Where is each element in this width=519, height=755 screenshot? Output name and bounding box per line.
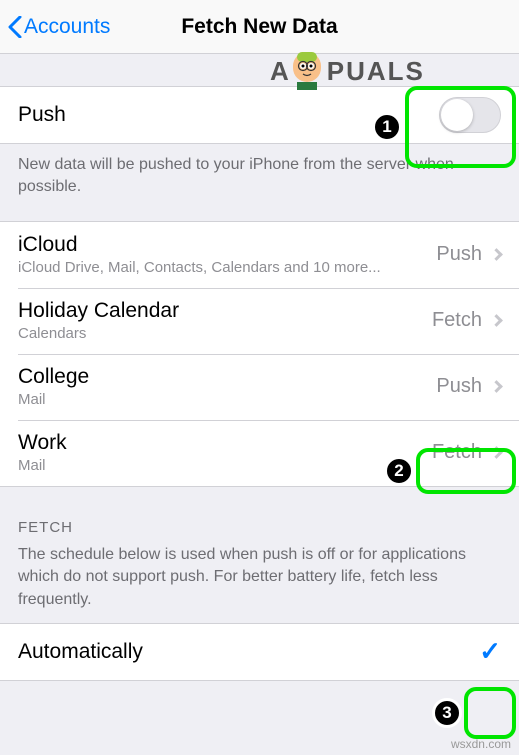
account-college[interactable]: College Mail Push — [0, 354, 519, 420]
page-title: Fetch New Data — [181, 15, 337, 39]
annotation-1: 1 — [372, 112, 402, 142]
annotation-3: 3 — [432, 698, 462, 728]
accounts-list: iCloud iCloud Drive, Mail, Contacts, Cal… — [0, 221, 519, 487]
account-mode: Fetch — [432, 441, 482, 464]
nav-bar: Accounts Fetch New Data — [0, 0, 519, 54]
account-mode: Fetch — [432, 309, 482, 332]
push-desc: New data will be pushed to your iPhone f… — [0, 144, 519, 211]
schedule-list: Automatically ✓ — [0, 623, 519, 681]
chevron-left-icon — [8, 16, 22, 38]
chevron-right-icon — [490, 380, 503, 393]
account-work[interactable]: Work Mail Fetch — [0, 420, 519, 486]
annotation-2: 2 — [384, 456, 414, 486]
push-group: Push — [0, 86, 519, 144]
account-mode: Push — [436, 243, 482, 266]
push-row[interactable]: Push — [0, 87, 519, 143]
chevron-right-icon — [490, 248, 503, 261]
back-label: Accounts — [24, 15, 110, 39]
fetch-desc: The schedule below is used when push is … — [0, 544, 519, 623]
fetch-header: FETCH — [0, 487, 519, 544]
account-icloud[interactable]: iCloud iCloud Drive, Mail, Contacts, Cal… — [0, 222, 519, 288]
chevron-right-icon — [490, 446, 503, 459]
toggle-knob — [441, 99, 473, 131]
highlight-box-3 — [464, 687, 516, 739]
push-toggle[interactable] — [439, 97, 501, 133]
back-button[interactable]: Accounts — [8, 15, 110, 39]
account-mode: Push — [436, 375, 482, 398]
schedule-automatically[interactable]: Automatically ✓ — [0, 624, 519, 680]
image-credit: wsxdn.com — [451, 737, 511, 751]
checkmark-icon: ✓ — [479, 636, 501, 667]
account-holiday-calendar[interactable]: Holiday Calendar Calendars Fetch — [0, 288, 519, 354]
chevron-right-icon — [490, 314, 503, 327]
